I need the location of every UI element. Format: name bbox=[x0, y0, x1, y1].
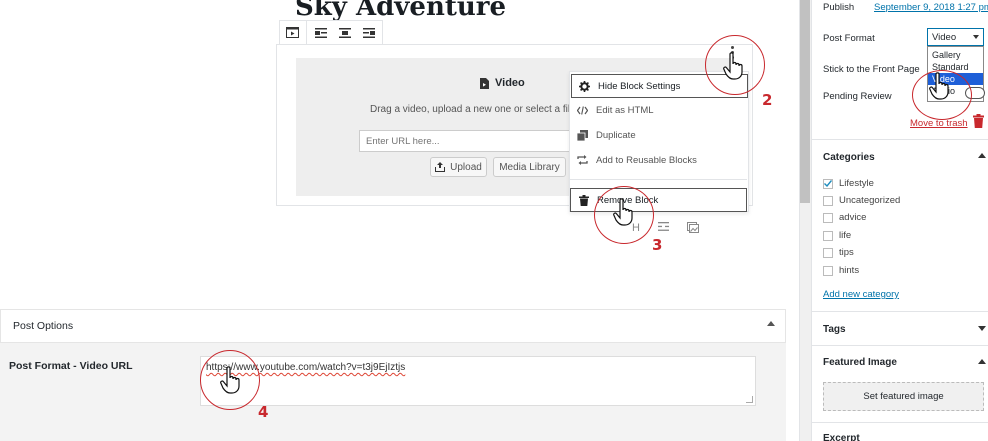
checkbox[interactable] bbox=[823, 195, 833, 206]
menu-item-label: Add to Reusable Blocks bbox=[596, 154, 697, 166]
align-left-icon[interactable] bbox=[309, 22, 333, 44]
checkbox-checked[interactable] bbox=[823, 178, 833, 189]
gallery-icon[interactable] bbox=[686, 222, 699, 236]
checkbox[interactable] bbox=[823, 230, 833, 241]
category-item[interactable]: advice bbox=[823, 212, 866, 223]
video-url-textarea[interactable]: https://www.youtube.com/watch?v=t3j9EjIz… bbox=[200, 356, 756, 406]
pending-review-label: Pending Review bbox=[823, 91, 892, 102]
menu-item-edit-as-html-row[interactable]: Edit as HTML bbox=[570, 98, 747, 122]
category-item[interactable]: hints bbox=[823, 265, 859, 276]
trash-icon bbox=[578, 194, 589, 206]
post-format-label: Post Format bbox=[823, 33, 875, 44]
sidebar-divider bbox=[812, 422, 988, 423]
video-url-field-label: Post Format - Video URL bbox=[9, 360, 133, 372]
sticky-label: Stick to the Front Page bbox=[823, 64, 920, 75]
post-format-selected-value: Video bbox=[932, 32, 957, 43]
video-url-input[interactable] bbox=[359, 130, 571, 152]
reusable-icon bbox=[577, 155, 588, 166]
category-label: life bbox=[839, 230, 852, 241]
post-title[interactable]: Sky Adventure bbox=[295, 0, 506, 22]
chevron-up-icon[interactable] bbox=[978, 153, 986, 158]
pointer-hand-icon bbox=[723, 52, 743, 80]
annotation-number-4: 4 bbox=[258, 403, 269, 421]
set-featured-image-button[interactable]: Set featured image bbox=[823, 382, 984, 411]
block-toolbar bbox=[279, 20, 383, 45]
placeholder-title: Video bbox=[480, 77, 525, 89]
pointer-hand-icon bbox=[220, 366, 240, 394]
category-item[interactable]: Uncategorized bbox=[823, 195, 900, 206]
pointer-hand-icon bbox=[929, 72, 949, 100]
menu-item-duplicate[interactable]: Duplicate bbox=[570, 123, 747, 147]
sidebar-divider bbox=[812, 139, 988, 140]
placeholder-instructions: Drag a video, upload a new one or select… bbox=[370, 104, 570, 115]
category-label: Uncategorized bbox=[839, 195, 901, 206]
chevron-up-icon[interactable] bbox=[978, 359, 986, 364]
upload-icon bbox=[435, 162, 446, 172]
tags-heading[interactable]: Tags bbox=[823, 324, 846, 335]
post-options-header[interactable]: Post Options bbox=[0, 309, 786, 343]
video-block-icon[interactable] bbox=[280, 22, 304, 44]
menu-item-add-to-reusable[interactable]: Add to Reusable Blocks bbox=[570, 148, 747, 172]
annotation-number-3: 3 bbox=[652, 236, 663, 254]
media-library-button[interactable]: Media Library bbox=[493, 157, 566, 177]
category-label: Lifestyle bbox=[839, 178, 874, 189]
pointer-hand-icon bbox=[613, 198, 633, 226]
toolbar-divider bbox=[306, 20, 307, 45]
category-label: tips bbox=[839, 247, 854, 258]
align-right-icon[interactable] bbox=[357, 22, 381, 44]
menu-item-label: Edit as HTML bbox=[596, 104, 654, 116]
category-item[interactable]: tips bbox=[823, 247, 854, 258]
annotation-number-2: 2 bbox=[762, 91, 773, 109]
upload-label: Upload bbox=[450, 161, 482, 173]
scrollbar-thumb[interactable] bbox=[800, 0, 810, 203]
featured-image-heading[interactable]: Featured Image bbox=[823, 357, 897, 368]
category-item[interactable]: life bbox=[823, 230, 851, 241]
sidebar-divider bbox=[812, 345, 988, 346]
add-new-category-link[interactable]: Add new category bbox=[823, 289, 899, 300]
separator-icon[interactable] bbox=[657, 222, 669, 236]
publish-label: Publish bbox=[823, 2, 855, 13]
post-format-select[interactable]: Video bbox=[927, 28, 984, 46]
resize-handle-icon[interactable] bbox=[746, 396, 753, 403]
menu-item-label: Duplicate bbox=[596, 129, 636, 141]
align-center-icon[interactable] bbox=[333, 22, 357, 44]
move-to-trash-link[interactable]: Move to trash bbox=[910, 118, 968, 129]
category-label: advice bbox=[839, 212, 867, 223]
chevron-down-icon bbox=[973, 35, 979, 39]
category-item[interactable]: Lifestyle bbox=[823, 178, 874, 189]
excerpt-heading[interactable]: Excerpt bbox=[823, 433, 860, 441]
chevron-down-icon[interactable] bbox=[978, 326, 986, 331]
menu-separator bbox=[569, 179, 747, 180]
collapse-toggle-icon[interactable] bbox=[767, 321, 775, 326]
upload-button[interactable]: Upload bbox=[430, 157, 487, 177]
placeholder-title-text: Video bbox=[495, 77, 525, 89]
category-label: hints bbox=[839, 265, 860, 276]
checkbox[interactable] bbox=[823, 247, 833, 258]
html-icon bbox=[577, 105, 588, 116]
sidebar-divider bbox=[812, 311, 988, 312]
trash-icon[interactable] bbox=[973, 114, 984, 128]
publish-date-link[interactable]: September 9, 2018 1:27 pm bbox=[874, 2, 988, 13]
checkbox[interactable] bbox=[823, 212, 833, 223]
option-gallery[interactable]: Gallery bbox=[928, 49, 983, 61]
duplicate-icon bbox=[577, 129, 588, 141]
categories-heading[interactable]: Categories bbox=[823, 152, 875, 163]
video-file-icon bbox=[480, 77, 489, 89]
checkbox[interactable] bbox=[823, 265, 833, 276]
